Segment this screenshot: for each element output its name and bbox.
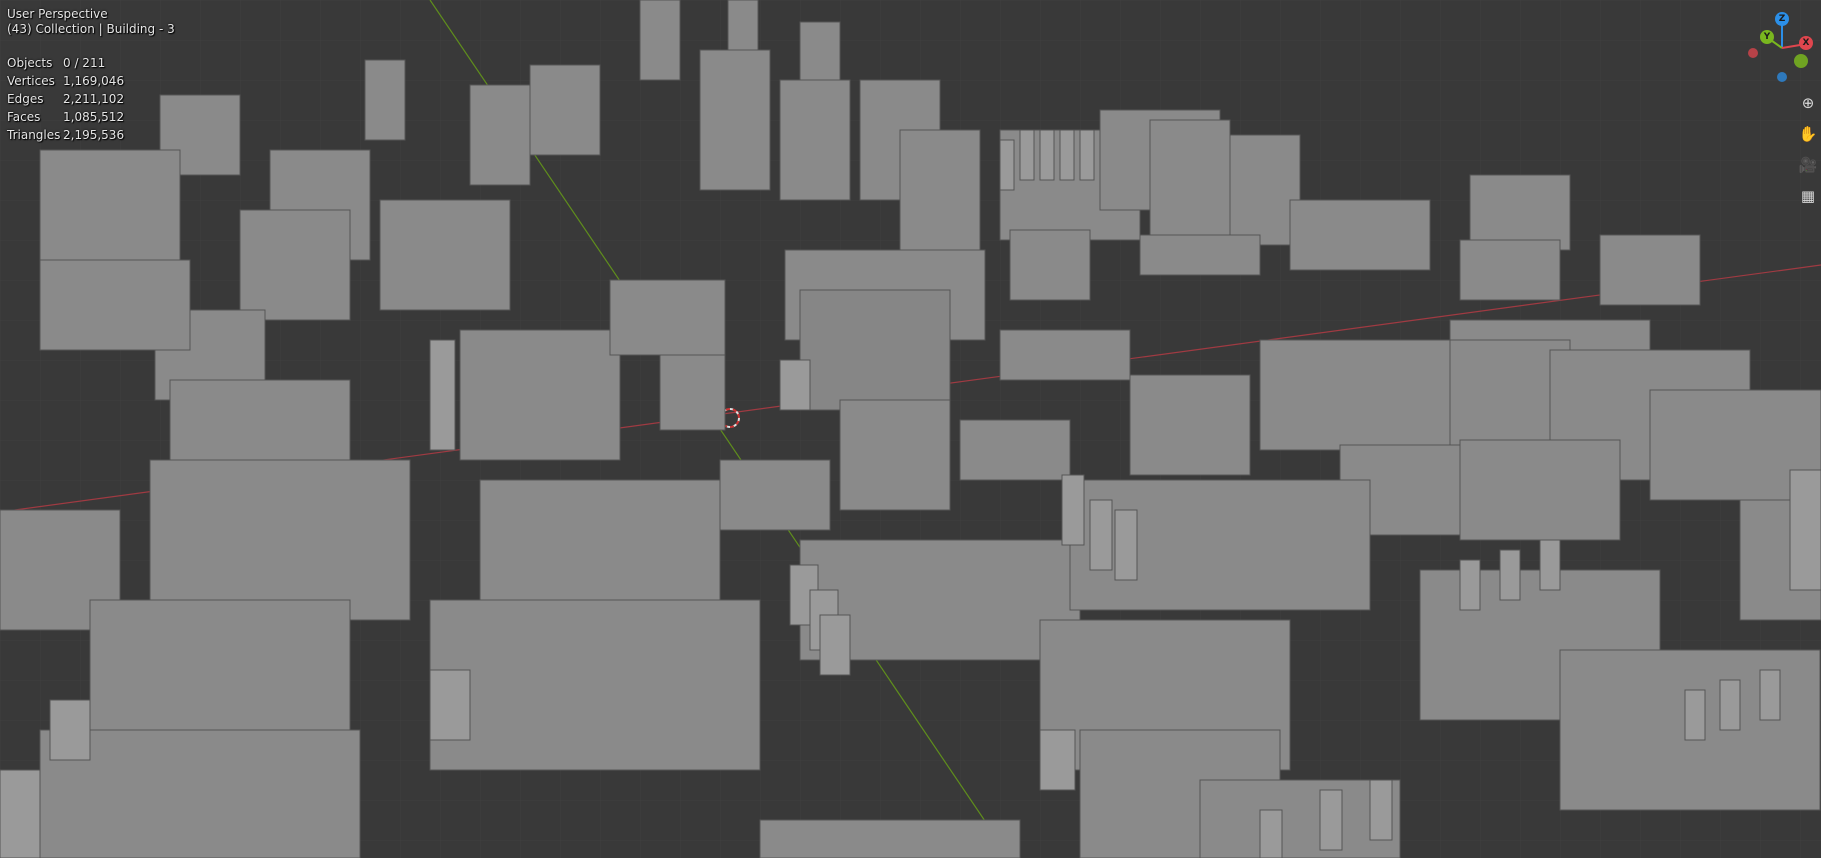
stat-value: 1,085,512	[63, 109, 125, 124]
stat-value: 2,195,536	[63, 127, 125, 142]
hand-pan-icon[interactable]: ✋	[1797, 123, 1819, 145]
stat-label: Objects	[7, 55, 53, 70]
stat-label: Triangles	[7, 127, 61, 142]
scene-statistics: Objects 0 / 211 Vertices 1,169,046 Edges…	[7, 54, 124, 144]
stat-objects: Objects 0 / 211	[7, 54, 124, 72]
stat-vertices: Vertices 1,169,046	[7, 72, 124, 90]
stat-label: Edges	[7, 91, 44, 106]
gizmo-neg-z-axis[interactable]	[1777, 72, 1787, 82]
stat-label: Faces	[7, 109, 41, 124]
stat-faces: Faces 1,085,512	[7, 108, 124, 126]
grid-ortho-icon[interactable]: ▦	[1797, 185, 1819, 207]
stat-value: 0 / 211	[63, 55, 106, 70]
stat-edges: Edges 2,211,102	[7, 90, 124, 108]
building-tower	[639, 0, 681, 81]
stat-value: 1,169,046	[63, 73, 125, 88]
gizmo-z-axis[interactable]: Z	[1775, 12, 1789, 26]
navigation-gizmo[interactable]: Z Y X	[1740, 8, 1816, 88]
gizmo-neg-x-axis[interactable]	[1748, 48, 1758, 58]
gizmo-y-axis[interactable]: Y	[1760, 30, 1774, 44]
collection-label: (43) Collection | Building - 3	[7, 22, 175, 36]
viewport-scene	[0, 0, 1821, 858]
3d-viewport[interactable]	[0, 0, 1821, 858]
view-perspective-label: User Perspective	[7, 7, 108, 21]
stat-triangles: Triangles 2,195,536	[7, 126, 124, 144]
stat-value: 2,211,102	[63, 91, 125, 106]
gizmo-x-axis[interactable]: X	[1799, 36, 1813, 50]
viewport-header-text: User Perspective (43) Collection | Build…	[7, 7, 175, 37]
gizmo-neg-y-axis[interactable]	[1794, 54, 1808, 68]
stat-label: Vertices	[7, 73, 55, 88]
viewport-navigation-tools: ⊕ ✋ 🎥 ▦	[1797, 92, 1819, 216]
zoom-icon[interactable]: ⊕	[1797, 92, 1819, 114]
camera-icon[interactable]: 🎥	[1797, 154, 1819, 176]
